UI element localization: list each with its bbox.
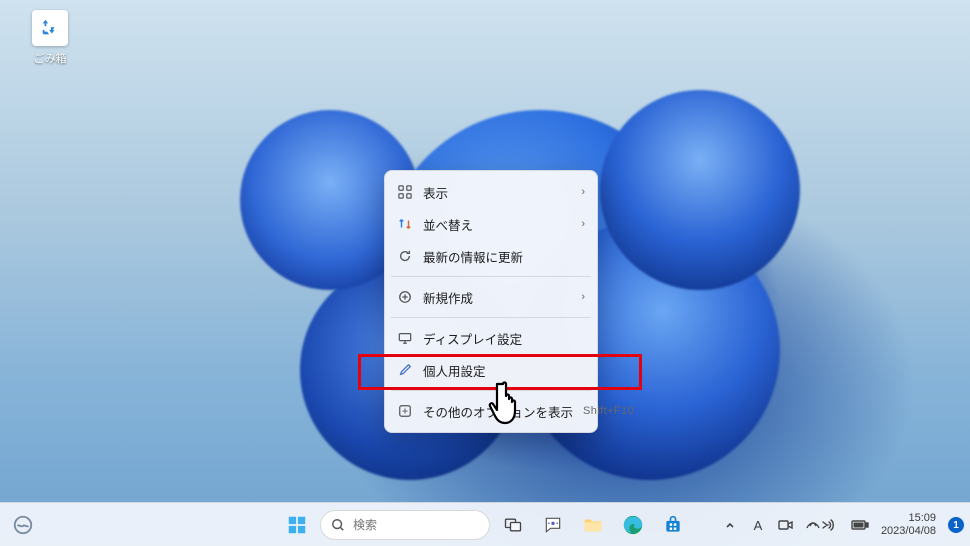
new-icon [397, 289, 413, 305]
recycle-bin-label: ごみ箱 [34, 50, 67, 66]
network-volume-button[interactable] [803, 511, 843, 539]
clock-date[interactable]: 15:09 2023/04/08 [881, 512, 936, 537]
chat-button[interactable] [536, 508, 570, 542]
menu-item-label: 最新の情報に更新 [423, 247, 585, 266]
menu-item-label: ディスプレイ設定 [423, 329, 585, 348]
ime-mode-label: A [754, 518, 763, 533]
widgets-button[interactable] [6, 503, 40, 546]
menu-item-refresh[interactable]: 最新の情報に更新 [385, 240, 597, 272]
tray-overflow-button[interactable] [719, 511, 741, 539]
menu-separator [391, 317, 591, 318]
meet-now-icon[interactable] [775, 511, 797, 539]
menu-item-shortcut: Shift+F10 [583, 405, 634, 417]
refresh-icon [397, 248, 413, 264]
start-button[interactable] [280, 508, 314, 542]
chevron-right-icon: › [581, 218, 585, 230]
ime-mode-indicator[interactable]: A [747, 511, 769, 539]
desktop-background[interactable]: ごみ箱 表示 › 並べ替え › 最新の情報に更新 [0, 0, 970, 546]
menu-item-sort[interactable]: 並べ替え › [385, 208, 597, 240]
menu-item-more-options[interactable]: その他のオプションを表示 Shift+F10 [385, 395, 597, 427]
recycle-bin-icon [32, 10, 68, 46]
store-button[interactable] [656, 508, 690, 542]
search-input[interactable] [353, 518, 479, 532]
menu-item-label: 新規作成 [423, 288, 571, 307]
menu-item-view[interactable]: 表示 › [385, 176, 597, 208]
desktop-icon-recycle-bin[interactable]: ごみ箱 [20, 10, 80, 66]
personalize-icon [397, 362, 413, 378]
clock-date-label: 2023/04/08 [881, 525, 936, 538]
task-view-button[interactable] [496, 508, 530, 542]
system-tray: A 15:09 2023/04/08 1 [719, 503, 964, 546]
more-options-icon [397, 403, 413, 419]
search-icon [331, 518, 345, 532]
notification-badge[interactable]: 1 [948, 517, 964, 533]
display-icon [397, 330, 413, 346]
taskbar-search[interactable] [320, 510, 490, 540]
sort-icon [397, 216, 413, 232]
wallpaper-swirl [600, 90, 800, 290]
menu-item-label: 並べ替え [423, 215, 571, 234]
desktop-context-menu: 表示 › 並べ替え › 最新の情報に更新 新規作成 › [384, 170, 598, 433]
menu-item-label: 個人用設定 [423, 361, 585, 380]
chevron-right-icon: › [581, 186, 585, 198]
file-explorer-button[interactable] [576, 508, 610, 542]
menu-item-label: その他のオプションを表示 [423, 402, 573, 421]
chevron-right-icon: › [581, 291, 585, 303]
menu-item-label: 表示 [423, 183, 571, 202]
menu-item-new[interactable]: 新規作成 › [385, 281, 597, 313]
clock-time: 15:09 [881, 512, 936, 525]
grid-icon [397, 184, 413, 200]
menu-item-display-settings[interactable]: ディスプレイ設定 [385, 322, 597, 354]
menu-separator [391, 276, 591, 277]
taskbar-center [280, 508, 690, 542]
menu-separator [391, 390, 591, 391]
menu-item-personalize[interactable]: 個人用設定 [385, 354, 597, 386]
battery-icon[interactable] [849, 511, 871, 539]
taskbar: A 15:09 2023/04/08 1 [0, 502, 970, 546]
edge-button[interactable] [616, 508, 650, 542]
